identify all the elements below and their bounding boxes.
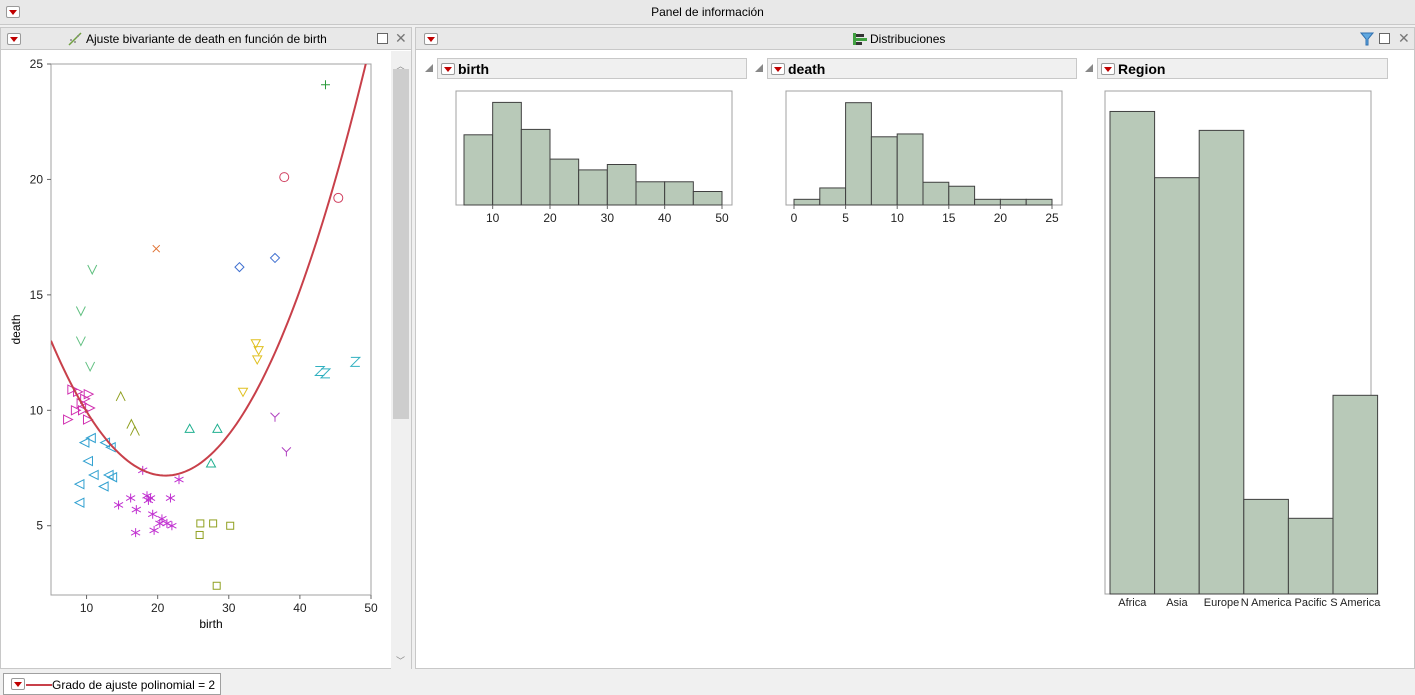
histogram-bar[interactable] — [664, 181, 694, 206]
distributions-panel-header: Distribuciones ✕ — [416, 28, 1414, 50]
y-axis-label: death — [9, 314, 23, 344]
x-tick-label: 0 — [791, 211, 798, 225]
bivariate-chart: 10 20 30 40 50 5 10 15 20 25 birth death — [9, 57, 378, 631]
distributions-title: Distribuciones — [870, 32, 946, 46]
histogram-bar[interactable] — [578, 169, 608, 206]
local-data-filter-icon[interactable] — [1359, 31, 1375, 47]
plot-frame — [50, 63, 372, 596]
histogram-bar[interactable] — [520, 128, 551, 206]
x-tick-label: 25 — [1045, 211, 1059, 225]
region-bar-chart: Africa Asia Europe N America Pacific S Americ… — [1104, 90, 1381, 609]
distribution-icon — [853, 33, 867, 45]
distributions-panel: Distribuciones ✕ birth death Region 10 20… — [415, 27, 1415, 669]
x-tick-label: 30 — [601, 211, 615, 225]
x-tick-label: 20 — [994, 211, 1008, 225]
y-tick-label: 20 — [30, 172, 44, 186]
category-label: Pacific — [1294, 597, 1327, 609]
bivariate-panel: Ajuste bivariante de death en función de… — [0, 27, 412, 695]
histogram-bar[interactable] — [948, 185, 976, 206]
histogram-bar[interactable] — [635, 181, 666, 206]
fit-line-icon — [68, 32, 82, 46]
histogram-bar[interactable] — [845, 102, 872, 206]
histogram-bar[interactable] — [819, 187, 847, 206]
region-bar[interactable] — [1154, 177, 1200, 595]
birth-histogram: 10 20 30 40 50 — [455, 90, 733, 225]
close-icon[interactable]: ✕ — [395, 30, 407, 47]
x-tick-label: 50 — [364, 601, 378, 615]
x-tick-label: 20 — [151, 601, 165, 615]
distributions-menu-button[interactable] — [424, 33, 438, 45]
bivariate-title: Ajuste bivariante de death en función de… — [86, 32, 327, 46]
x-tick-label: 50 — [715, 211, 729, 225]
x-tick-label: 20 — [543, 211, 557, 225]
scrollbar-thumb[interactable] — [393, 69, 409, 419]
histogram-bar[interactable] — [922, 181, 950, 206]
distributions-charts: 10 20 30 40 50 0 5 10 15 20 25 Africa Asia Europe N … — [455, 90, 1381, 609]
histogram-bar[interactable] — [896, 133, 924, 206]
category-label: Europe — [1204, 597, 1239, 609]
fit-line-swatch — [26, 684, 52, 686]
histogram-bar[interactable] — [549, 158, 580, 206]
fit-legend-label: Grado de ajuste polinomial = 2 — [52, 678, 216, 692]
window-titlebar: Panel de información — [0, 0, 1415, 25]
bivariate-panel-header: Ajuste bivariante de death en función de… — [1, 28, 411, 50]
histogram-bar[interactable] — [974, 198, 1001, 206]
vertical-scrollbar[interactable]: ︿ ﹀ — [391, 51, 411, 669]
death-histogram: 0 5 10 15 20 25 — [785, 90, 1063, 225]
category-label: N America — [1241, 597, 1293, 609]
histogram-bar[interactable] — [870, 136, 898, 206]
histogram-bar[interactable] — [1025, 198, 1053, 206]
histogram-bar[interactable] — [606, 164, 637, 206]
maximize-icon[interactable] — [1379, 33, 1390, 44]
y-tick-label: 25 — [30, 57, 44, 71]
x-tick-label: 10 — [80, 601, 94, 615]
window-title: Panel de información — [651, 5, 764, 19]
histogram-bar[interactable] — [692, 191, 723, 206]
maximize-icon[interactable] — [377, 33, 388, 44]
category-label: Asia — [1166, 597, 1188, 609]
close-icon[interactable]: ✕ — [1398, 30, 1410, 47]
region-bar[interactable] — [1243, 498, 1289, 595]
category-label: Africa — [1118, 597, 1147, 609]
fit-legend[interactable]: Grado de ajuste polinomial = 2 — [3, 673, 221, 695]
x-tick-label: 15 — [942, 211, 956, 225]
region-bar[interactable] — [1287, 517, 1334, 595]
x-tick-label: 5 — [842, 211, 849, 225]
x-tick-label: 30 — [222, 601, 236, 615]
y-tick-label: 10 — [30, 403, 44, 417]
histogram-bar[interactable] — [463, 134, 494, 206]
region-bar[interactable] — [1109, 110, 1156, 595]
histogram-bar[interactable] — [793, 198, 821, 206]
y-tick-label: 15 — [30, 288, 44, 302]
x-tick-label: 10 — [486, 211, 500, 225]
region-bar[interactable] — [1332, 394, 1379, 595]
x-tick-label: 10 — [891, 211, 905, 225]
category-label: S America — [1330, 597, 1381, 609]
fit-menu-button[interactable] — [11, 678, 25, 690]
x-tick-label: 40 — [658, 211, 672, 225]
x-tick-label: 40 — [293, 601, 307, 615]
region-bar[interactable] — [1198, 129, 1245, 595]
y-tick-label: 5 — [36, 519, 43, 533]
x-axis-label: birth — [199, 617, 222, 631]
histogram-bar[interactable] — [999, 198, 1027, 206]
scroll-down-icon[interactable]: ﹀ — [396, 654, 405, 667]
histogram-bar[interactable] — [492, 101, 522, 206]
bivariate-menu-button[interactable] — [7, 33, 21, 45]
